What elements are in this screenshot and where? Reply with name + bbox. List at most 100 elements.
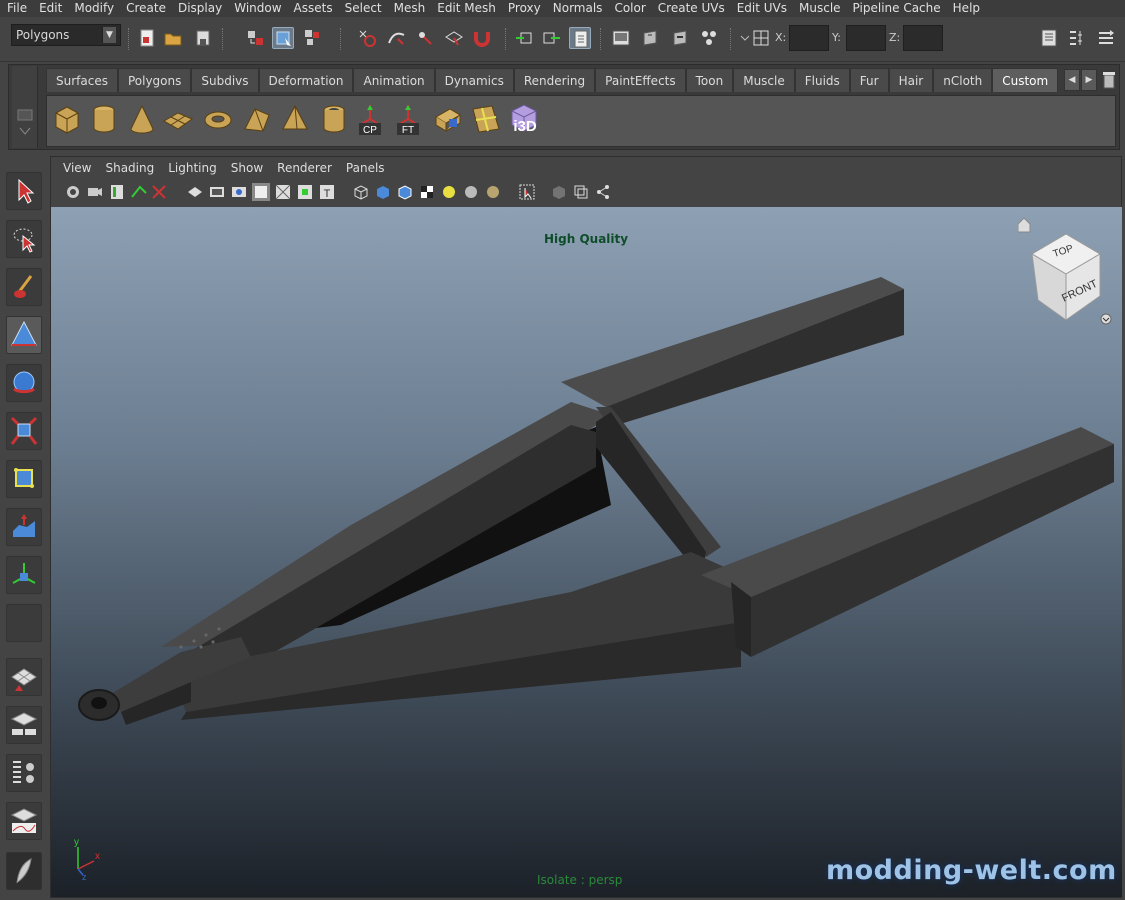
shelf-options-handle[interactable] — [12, 66, 38, 148]
render-settings-icon[interactable] — [698, 27, 720, 49]
menu-window[interactable]: Window — [228, 0, 287, 17]
menu-color[interactable]: Color — [608, 0, 651, 17]
z-field[interactable] — [903, 25, 943, 51]
input-connections-icon[interactable] — [514, 27, 536, 49]
shelf-tab-surfaces[interactable]: Surfaces — [46, 68, 118, 92]
home-icon[interactable] — [1017, 217, 1031, 233]
menu-create[interactable]: Create — [120, 0, 172, 17]
viewcube[interactable]: TOP FRONT — [1017, 212, 1118, 332]
drawbar-model[interactable] — [51, 207, 1122, 897]
panel-menu-shading[interactable]: Shading — [98, 161, 161, 175]
scale-tool-icon[interactable] — [6, 412, 42, 450]
single-perspective-layout-icon[interactable] — [6, 658, 42, 696]
menu-file[interactable]: File — [2, 0, 33, 17]
menu-assets[interactable]: Assets — [288, 0, 339, 17]
menu-display[interactable]: Display — [172, 0, 228, 17]
snap-to-curves-icon[interactable] — [386, 27, 408, 49]
camera-attributes-icon[interactable] — [86, 183, 104, 201]
xray-components-icon[interactable] — [594, 183, 612, 201]
menu-muscle[interactable]: Muscle — [793, 0, 847, 17]
shelf-tab-ncloth[interactable]: nCloth — [933, 68, 993, 92]
select-tool-icon[interactable] — [6, 172, 42, 210]
shelf-tab-rendering[interactable]: Rendering — [513, 68, 596, 92]
ipr-render-icon[interactable] — [670, 27, 692, 49]
menu-normals[interactable]: Normals — [547, 0, 609, 17]
poly-cone-icon[interactable] — [124, 101, 160, 137]
image-plane-icon[interactable] — [130, 183, 148, 201]
construction-history-icon[interactable] — [569, 27, 591, 49]
bookmarks-icon[interactable] — [108, 183, 126, 201]
poly-cube-icon[interactable] — [49, 101, 85, 137]
uv-map-icon[interactable] — [430, 101, 466, 137]
xray-icon[interactable] — [550, 183, 568, 201]
four-view-layout-icon[interactable] — [6, 706, 42, 744]
menu-edit-mesh[interactable]: Edit Mesh — [431, 0, 502, 17]
menu-modify[interactable]: Modify — [68, 0, 120, 17]
isolate-select-icon[interactable] — [518, 183, 536, 201]
x-field[interactable] — [789, 25, 829, 51]
select-handles-icon[interactable] — [356, 27, 378, 49]
render-view-icon[interactable] — [610, 27, 632, 49]
channel-box-icon[interactable] — [1095, 27, 1117, 49]
persp-outliner-layout-icon[interactable] — [6, 754, 42, 792]
poly-plane-icon[interactable] — [160, 101, 196, 137]
panel-menu-view[interactable]: View — [56, 161, 98, 175]
shelf-tab-dynamics[interactable]: Dynamics — [434, 68, 514, 92]
soft-modification-icon[interactable] — [6, 508, 42, 546]
lasso-tool-icon[interactable] — [6, 220, 42, 258]
panel-menu-panels[interactable]: Panels — [339, 161, 392, 175]
menu-set-dropdown[interactable]: Polygons ▼ — [11, 24, 121, 46]
i3d-export-icon[interactable]: i3D — [506, 101, 542, 137]
textured-icon[interactable] — [418, 183, 436, 201]
poly-cylinder-icon[interactable] — [86, 101, 122, 137]
open-scene-icon[interactable] — [162, 27, 184, 49]
shelf-tab-custom[interactable]: Custom — [992, 68, 1059, 92]
wireframe-icon[interactable] — [352, 183, 370, 201]
resolution-gate-icon[interactable] — [230, 183, 248, 201]
safe-action-icon[interactable] — [296, 183, 314, 201]
save-scene-icon[interactable] — [192, 27, 214, 49]
shelf-tab-painteffects[interactable]: PaintEffects — [595, 68, 686, 92]
xray-joints-icon[interactable] — [572, 183, 590, 201]
select-by-object-icon[interactable] — [272, 27, 294, 49]
trash-icon[interactable] — [1101, 69, 1117, 91]
wireframe-on-shaded-icon[interactable] — [396, 183, 414, 201]
shelf-tab-fur[interactable]: Fur — [849, 68, 889, 92]
menu-pipeline-cache[interactable]: Pipeline Cache — [847, 0, 947, 17]
gate-mask-icon[interactable] — [252, 183, 270, 201]
center-pivot-icon[interactable]: CP — [352, 101, 388, 137]
menu-edit[interactable]: Edit — [33, 0, 68, 17]
last-tool-slot[interactable] — [6, 604, 42, 642]
y-field[interactable] — [846, 25, 886, 51]
transform-input-icon[interactable] — [750, 27, 772, 49]
shelf-tab-animation[interactable]: Animation — [353, 68, 435, 92]
move-tool-icon[interactable] — [6, 316, 42, 354]
panel-menu-renderer[interactable]: Renderer — [270, 161, 339, 175]
smooth-shade-icon[interactable] — [374, 183, 392, 201]
snap-to-view-plane-icon[interactable] — [443, 27, 465, 49]
universal-manipulator-icon[interactable] — [6, 460, 42, 498]
paint-select-tool-icon[interactable] — [6, 268, 42, 306]
freeze-transforms-icon[interactable]: FT — [390, 101, 426, 137]
magnet-icon[interactable] — [471, 27, 493, 49]
attribute-editor-icon[interactable] — [1038, 27, 1060, 49]
poly-pipe-icon[interactable] — [316, 101, 352, 137]
feather-brush-icon[interactable] — [6, 852, 42, 890]
persp-graph-layout-icon[interactable] — [6, 802, 42, 840]
shelf-tab-toon[interactable]: Toon — [685, 68, 734, 92]
shelf-scroll-right-icon[interactable]: ▶ — [1081, 69, 1097, 91]
two-d-pan-zoom-icon[interactable] — [150, 183, 168, 201]
shelf-tab-polygons[interactable]: Polygons — [117, 68, 192, 92]
use-all-lights-icon[interactable] — [440, 183, 458, 201]
poly-torus-icon[interactable] — [200, 101, 236, 137]
poly-pyramid-icon[interactable] — [277, 101, 313, 137]
menu-edit-uvs[interactable]: Edit UVs — [731, 0, 793, 17]
shelf-scroll-left-icon[interactable]: ◀ — [1064, 69, 1080, 91]
render-current-frame-icon[interactable] — [640, 27, 662, 49]
viewcube-menu-icon[interactable] — [1100, 313, 1112, 325]
menu-proxy[interactable]: Proxy — [502, 0, 547, 17]
tool-settings-icon[interactable] — [1066, 27, 1088, 49]
menu-create-uvs[interactable]: Create UVs — [652, 0, 731, 17]
shelf-tab-fluids[interactable]: Fluids — [794, 68, 850, 92]
shelf-tab-hair[interactable]: Hair — [888, 68, 934, 92]
